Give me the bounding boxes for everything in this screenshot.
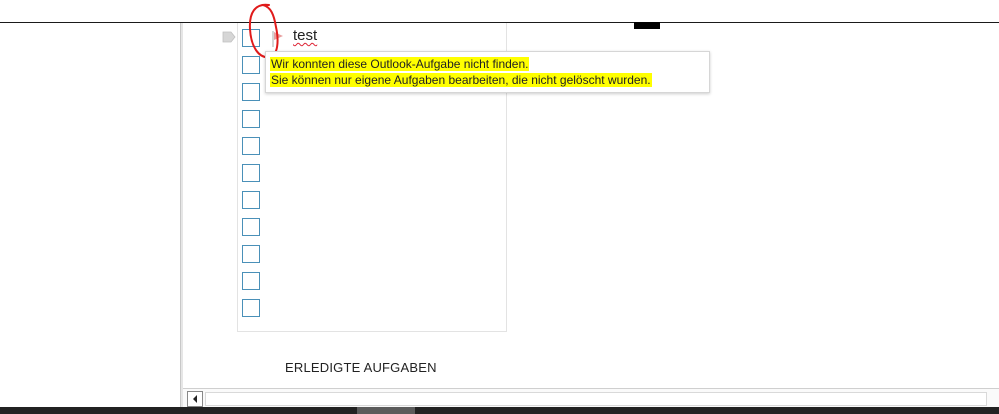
drag-handle-icon[interactable] bbox=[222, 30, 236, 44]
task-checkbox[interactable] bbox=[242, 272, 260, 290]
task-checkbox[interactable] bbox=[242, 191, 260, 209]
top-window-mark bbox=[634, 22, 660, 29]
task-checkbox[interactable] bbox=[242, 164, 260, 182]
task-row[interactable] bbox=[242, 245, 502, 264]
task-row[interactable] bbox=[242, 137, 502, 156]
task-row[interactable] bbox=[242, 110, 502, 129]
task-row[interactable] bbox=[242, 218, 502, 237]
task-checkbox[interactable] bbox=[242, 137, 260, 155]
task-checkbox[interactable] bbox=[242, 110, 260, 128]
task-row[interactable]: test bbox=[242, 27, 502, 48]
task-row[interactable] bbox=[242, 299, 502, 318]
task-title[interactable]: test bbox=[293, 27, 317, 44]
error-tooltip: Wir konnten diese Outlook-Aufgabe nicht … bbox=[265, 51, 710, 93]
panel-divider bbox=[181, 23, 183, 409]
chevron-left-icon[interactable] bbox=[187, 391, 203, 407]
task-row[interactable] bbox=[242, 191, 502, 210]
task-row[interactable] bbox=[242, 272, 502, 291]
completed-tasks-label[interactable]: ERLEDIGTE AUFGABEN bbox=[285, 360, 437, 375]
taskbar-segment bbox=[357, 407, 415, 414]
scrollbar-thumb[interactable] bbox=[205, 392, 987, 406]
tooltip-line-2: Sie können nur eigene Aufgaben bearbeite… bbox=[270, 73, 652, 87]
task-row[interactable] bbox=[242, 164, 502, 183]
bottom-taskbar bbox=[0, 407, 999, 414]
task-checkbox[interactable] bbox=[242, 218, 260, 236]
left-gutter bbox=[0, 23, 181, 409]
tooltip-line-1: Wir konnten diese Outlook-Aufgabe nicht … bbox=[270, 57, 530, 71]
top-bar bbox=[0, 0, 999, 23]
task-checkbox[interactable] bbox=[242, 245, 260, 263]
task-checkbox[interactable] bbox=[242, 299, 260, 317]
horizontal-scrollbar[interactable] bbox=[183, 388, 999, 407]
task-checkbox[interactable] bbox=[242, 83, 260, 101]
